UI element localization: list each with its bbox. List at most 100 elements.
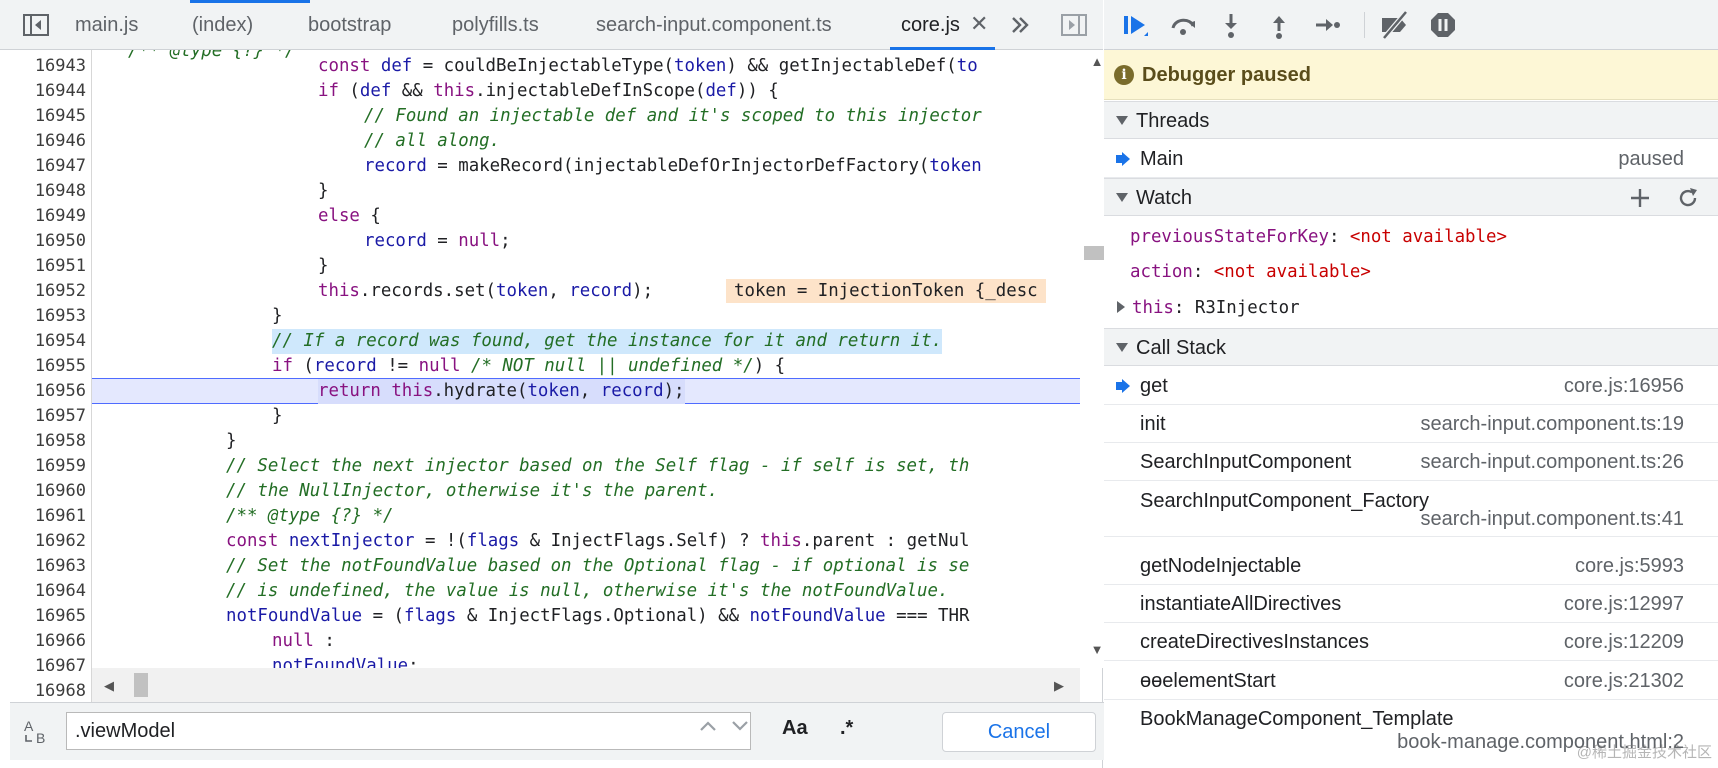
line-number[interactable]: 16952 bbox=[10, 279, 86, 304]
line-number[interactable]: 16955 bbox=[10, 354, 86, 379]
call-frame-row[interactable]: ɵɵelementStart core.js:21302 bbox=[1104, 662, 1718, 700]
watch-item[interactable]: previousStateForKey: <not available> bbox=[1130, 220, 1507, 254]
add-watch-icon[interactable] bbox=[1628, 186, 1652, 210]
step-out-icon[interactable] bbox=[1262, 8, 1296, 42]
line-number[interactable]: 16959 bbox=[10, 454, 86, 479]
line-number[interactable]: 16945 bbox=[10, 104, 86, 129]
step-into-icon[interactable] bbox=[1214, 8, 1248, 42]
scroll-right-icon[interactable]: ▶ bbox=[1054, 678, 1064, 694]
code-line: if (def && this.injectableDefInScope(def… bbox=[318, 81, 779, 101]
call-frame-row[interactable]: get core.js:16956 bbox=[1104, 367, 1718, 405]
pause-on-exceptions-icon[interactable] bbox=[1426, 8, 1460, 42]
vertical-scrollbar[interactable]: ▲ ▼ bbox=[1080, 50, 1104, 668]
current-frame-arrow-icon bbox=[1116, 379, 1130, 393]
code-line: record = makeRecord(injectableDefOrInjec… bbox=[364, 156, 982, 176]
watch-expression: action bbox=[1130, 262, 1193, 282]
thread-row-main[interactable]: Main paused bbox=[1104, 140, 1718, 178]
code-line: if (record != null /* NOT null || undefi… bbox=[272, 356, 786, 376]
tab-index[interactable]: (index) bbox=[192, 0, 253, 50]
line-number[interactable]: 16951 bbox=[10, 254, 86, 279]
scrollbar-thumb[interactable] bbox=[134, 673, 148, 697]
call-frame-row[interactable]: getNodeInjectable core.js:5993 bbox=[1104, 547, 1718, 585]
line-number[interactable]: 16950 bbox=[10, 229, 86, 254]
watch-expression: previousStateForKey bbox=[1130, 227, 1329, 247]
line-number[interactable]: 16943 bbox=[10, 54, 86, 79]
line-number[interactable]: 16949 bbox=[10, 204, 86, 229]
deactivate-breakpoints-icon[interactable] bbox=[1378, 8, 1412, 42]
line-number[interactable]: 16960 bbox=[10, 479, 86, 504]
step-over-icon[interactable] bbox=[1166, 8, 1200, 42]
call-stack-section-header[interactable]: Call Stack bbox=[1104, 328, 1718, 366]
line-number[interactable]: 16963 bbox=[10, 554, 86, 579]
tab-polyfills[interactable]: polyfills.ts bbox=[452, 0, 539, 50]
line-number[interactable]: 16966 bbox=[10, 629, 86, 654]
toggle-navigator-icon[interactable] bbox=[20, 9, 52, 41]
line-number-gutter[interactable]: 16943 16944 16945 16946 16947 16948 1694… bbox=[10, 50, 92, 702]
scrollbar-thumb[interactable] bbox=[1084, 246, 1104, 260]
line-number-current[interactable]: 16956 bbox=[10, 379, 86, 404]
tab-search-input-component[interactable]: search-input.component.ts bbox=[596, 0, 832, 50]
horizontal-scrollbar[interactable]: ◀ ▶ bbox=[92, 668, 1080, 702]
line-number[interactable]: 16947 bbox=[10, 154, 86, 179]
code-content[interactable]: /** @type {?} */ const def = couldBeInje… bbox=[92, 50, 1080, 668]
line-number[interactable]: 16967 bbox=[10, 654, 86, 679]
step-icon[interactable] bbox=[1310, 8, 1344, 42]
thread-name: Main bbox=[1140, 148, 1184, 170]
line-number[interactable]: 16948 bbox=[10, 179, 86, 204]
scroll-down-icon[interactable]: ▼ bbox=[1090, 643, 1104, 656]
threads-section-header[interactable]: Threads bbox=[1104, 101, 1718, 139]
call-frame-row[interactable]: createDirectivesInstances core.js:12209 bbox=[1104, 623, 1718, 661]
call-frame-row[interactable]: init search-input.component.ts:19 bbox=[1104, 405, 1718, 443]
line-number[interactable]: 16954 bbox=[10, 329, 86, 354]
tab-bootstrap[interactable]: bootstrap bbox=[308, 0, 391, 50]
line-number[interactable]: 16961 bbox=[10, 504, 86, 529]
frame-name: init bbox=[1140, 413, 1166, 435]
watch-expression: this bbox=[1132, 298, 1174, 318]
call-frame-row[interactable]: SearchInputComponent_Factory search-inpu… bbox=[1104, 481, 1718, 537]
code-line: const nextInjector = !(flags & InjectFla… bbox=[226, 531, 970, 551]
line-number[interactable]: 16964 bbox=[10, 579, 86, 604]
resume-icon[interactable] bbox=[1118, 8, 1152, 42]
tab-main-js[interactable]: main.js bbox=[75, 0, 138, 50]
refresh-icon[interactable] bbox=[1676, 186, 1700, 210]
code-line: // Found an injectable def and it's scop… bbox=[364, 106, 982, 126]
inline-variable-value[interactable]: token = InjectionToken {_desc bbox=[726, 279, 1046, 303]
watch-item[interactable]: action: <not available> bbox=[1130, 255, 1371, 289]
scroll-left-icon[interactable]: ◀ bbox=[104, 678, 114, 694]
tab-core-js[interactable]: core.js bbox=[901, 0, 960, 50]
cancel-button[interactable]: Cancel bbox=[942, 712, 1096, 752]
thread-status: paused bbox=[1618, 148, 1684, 170]
next-match-icon[interactable] bbox=[730, 716, 750, 741]
replace-toggle-icon[interactable]: AB bbox=[22, 717, 52, 752]
collapsed-triangle-icon[interactable] bbox=[1116, 300, 1126, 314]
line-number[interactable]: 16944 bbox=[10, 79, 86, 104]
line-number[interactable]: 16962 bbox=[10, 529, 86, 554]
match-case-button[interactable]: Aa bbox=[782, 717, 808, 740]
line-number[interactable]: 16968 bbox=[10, 679, 86, 702]
toggle-debugger-sidebar-icon[interactable] bbox=[1058, 9, 1090, 41]
debugger-toolbar bbox=[1104, 0, 1718, 50]
code-line: // is undefined, the value is null, othe… bbox=[226, 581, 949, 601]
double-chevron-right-icon[interactable] bbox=[1004, 9, 1036, 41]
line-number[interactable]: 16946 bbox=[10, 129, 86, 154]
previous-match-icon[interactable] bbox=[698, 716, 718, 741]
code-editor[interactable]: 16943 16944 16945 16946 16947 16948 1694… bbox=[10, 50, 1104, 702]
line-number[interactable]: 16958 bbox=[10, 429, 86, 454]
paused-status-text: Debugger paused bbox=[1142, 64, 1311, 86]
watch-item-expandable[interactable]: this: R3Injector bbox=[1116, 291, 1300, 325]
line-number[interactable]: 16965 bbox=[10, 604, 86, 629]
call-frame-row[interactable]: instantiateAllDirectives core.js:12997 bbox=[1104, 585, 1718, 623]
regex-button[interactable]: .* bbox=[840, 717, 853, 740]
search-input[interactable] bbox=[66, 712, 751, 750]
current-thread-arrow-icon bbox=[1116, 152, 1130, 166]
svg-text:B: B bbox=[36, 730, 45, 746]
frame-name: instantiateAllDirectives bbox=[1140, 593, 1342, 615]
call-frame-row[interactable]: SearchInputComponent search-input.compon… bbox=[1104, 443, 1718, 481]
line-number[interactable]: 16957 bbox=[10, 404, 86, 429]
line-number[interactable]: 16953 bbox=[10, 304, 86, 329]
scroll-up-icon[interactable]: ▲ bbox=[1090, 55, 1104, 68]
watch-section-header[interactable]: Watch bbox=[1104, 178, 1718, 216]
close-tab-icon[interactable]: ✕ bbox=[970, 0, 988, 50]
code-line-current: return this.hydrate(token, record); bbox=[318, 379, 685, 404]
expanded-triangle-icon bbox=[1116, 343, 1128, 352]
